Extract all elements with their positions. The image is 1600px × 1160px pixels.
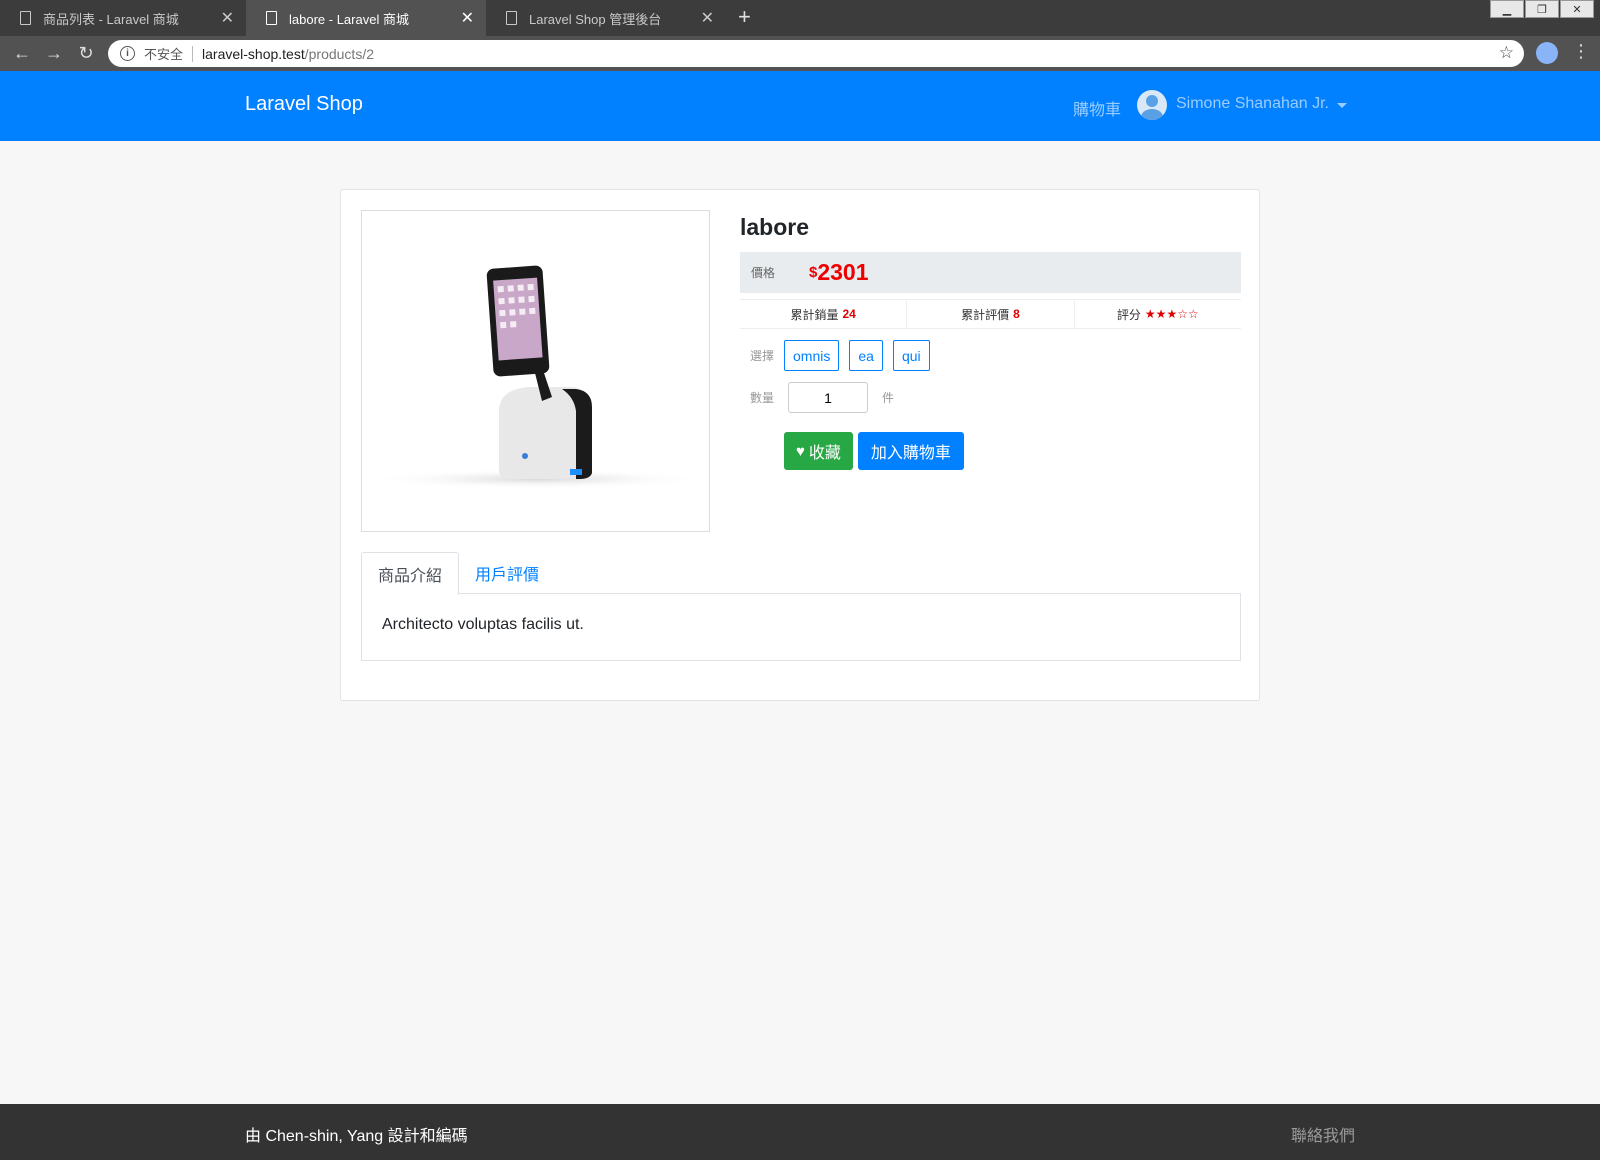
site-footer: 由 Chen-shin, Yang 設計和編碼 聯絡我們 <box>0 1104 1600 1160</box>
url-path: /products/2 <box>304 45 374 62</box>
quantity-input[interactable] <box>788 382 868 413</box>
browser-tab-title: 商品列表 - Laravel 商城 <box>43 11 179 27</box>
close-icon[interactable]: ✕ <box>221 8 234 28</box>
detail-tabs: 商品介紹 用戶評價 <box>361 552 1241 595</box>
browser-tab-admin[interactable]: Laravel Shop 管理後台 ✕ <box>486 0 726 36</box>
cart-link[interactable]: 購物車 <box>1073 96 1121 120</box>
browser-tabstrip: 商品列表 - Laravel 商城 ✕ labore - Laravel 商城 … <box>0 0 1600 36</box>
description-pane: Architecto voluptas facilis ut. <box>361 594 1241 661</box>
new-tab-icon[interactable]: + <box>738 4 751 30</box>
price-label: 價格 <box>751 266 776 280</box>
product-card: labore 價格 $2301 累計銷量 24 累計評價 8 評分 ★★★☆☆ … <box>340 189 1260 701</box>
price-box: 價格 $2301 <box>740 252 1241 293</box>
address-bar[interactable]: i 不安全 laravel-shop.test/products/2 ☆ <box>108 40 1524 67</box>
price-symbol: $ <box>809 264 818 281</box>
add-to-cart-button[interactable]: 加入購物車 <box>857 432 964 470</box>
sku-row: 選擇 omnis ea qui <box>740 340 1241 371</box>
rating-label: 評分 <box>1116 307 1141 322</box>
browser-tab-product-list[interactable]: 商品列表 - Laravel 商城 ✕ <box>0 0 246 36</box>
quantity-unit: 件 <box>882 391 895 405</box>
document-icon <box>266 11 277 25</box>
rating-stars-icon: ★★★☆☆ <box>1144 307 1199 321</box>
window-close-icon[interactable]: ✕ <box>1560 0 1594 18</box>
heart-icon: ♥ <box>796 442 805 460</box>
sku-option[interactable]: omnis <box>784 340 840 371</box>
forward-icon[interactable]: → <box>40 40 68 66</box>
browser-toolbar: ← → ↻ i 不安全 laravel-shop.test/products/2… <box>0 36 1600 71</box>
sold-count: 24 <box>842 307 856 321</box>
minimize-icon[interactable]: ▁ <box>1490 0 1524 18</box>
product-info: labore 價格 $2301 累計銷量 24 累計評價 8 評分 ★★★☆☆ … <box>740 210 1241 470</box>
avatar[interactable] <box>1137 90 1167 120</box>
sold-stat: 累計銷量 24 <box>740 300 906 328</box>
product-title: labore <box>740 214 810 240</box>
profile-icon[interactable] <box>1536 42 1558 64</box>
user-menu-toggle[interactable]: Simone Shanahan Jr. <box>1176 95 1329 113</box>
security-label: 不安全 <box>144 47 184 62</box>
review-count: 8 <box>1013 307 1020 321</box>
quantity-row: 數量 件 <box>740 382 1241 413</box>
sold-label: 累計銷量 <box>790 307 839 322</box>
close-icon[interactable]: ✕ <box>461 8 474 28</box>
product-description: Architecto voluptas facilis ut. <box>382 616 584 633</box>
tab-reviews[interactable]: 用戶評價 <box>459 552 555 594</box>
sku-option[interactable]: ea <box>849 340 883 371</box>
restore-icon[interactable]: ❐ <box>1525 0 1559 18</box>
site-navbar: Laravel Shop 購物車 Simone Shanahan Jr. <box>0 71 1600 141</box>
sku-label: 選擇 <box>750 349 775 363</box>
tab-description[interactable]: 商品介紹 <box>361 552 460 595</box>
quantity-label: 數量 <box>750 391 775 405</box>
product-photo-illustration <box>367 265 707 489</box>
favorite-button[interactable]: ♥ 收藏 <box>784 432 853 470</box>
rating-stat: 評分 ★★★☆☆ <box>1073 300 1241 328</box>
brand-link[interactable]: Laravel Shop <box>245 93 363 116</box>
bookmark-star-icon[interactable]: ☆ <box>1499 43 1514 63</box>
footer-credit: 由 Chen-shin, Yang 設計和編碼 <box>245 1128 468 1145</box>
browser-tab-title: labore - Laravel 商城 <box>289 11 409 27</box>
product-stats: 累計銷量 24 累計評價 8 評分 ★★★☆☆ <box>740 299 1241 329</box>
divider <box>192 45 194 62</box>
browser-tab-product-detail[interactable]: labore - Laravel 商城 ✕ <box>246 0 486 36</box>
window-controls: ▁ ❐ ✕ <box>1489 0 1594 18</box>
chevron-down-icon[interactable] <box>1337 103 1347 108</box>
info-icon[interactable]: i <box>120 46 135 61</box>
document-icon <box>506 11 517 25</box>
back-icon[interactable]: ← <box>8 40 36 66</box>
browser-tab-title: Laravel Shop 管理後台 <box>529 11 662 27</box>
browser-menu-icon[interactable]: ⋮ <box>1572 41 1590 62</box>
url-host: laravel-shop.test <box>202 45 305 62</box>
price-value: 2301 <box>817 259 869 285</box>
document-icon <box>20 11 31 25</box>
favorite-button-label: 收藏 <box>808 445 841 462</box>
close-icon[interactable]: ✕ <box>701 8 714 28</box>
reload-icon[interactable]: ↻ <box>72 40 100 66</box>
review-stat: 累計評價 8 <box>906 300 1073 328</box>
product-image <box>361 210 710 532</box>
action-buttons: ♥ 收藏 加入購物車 <box>740 432 1241 470</box>
contact-link[interactable]: 聯絡我們 <box>1291 1122 1355 1146</box>
review-label: 累計評價 <box>961 307 1010 322</box>
sku-option[interactable]: qui <box>892 340 930 371</box>
